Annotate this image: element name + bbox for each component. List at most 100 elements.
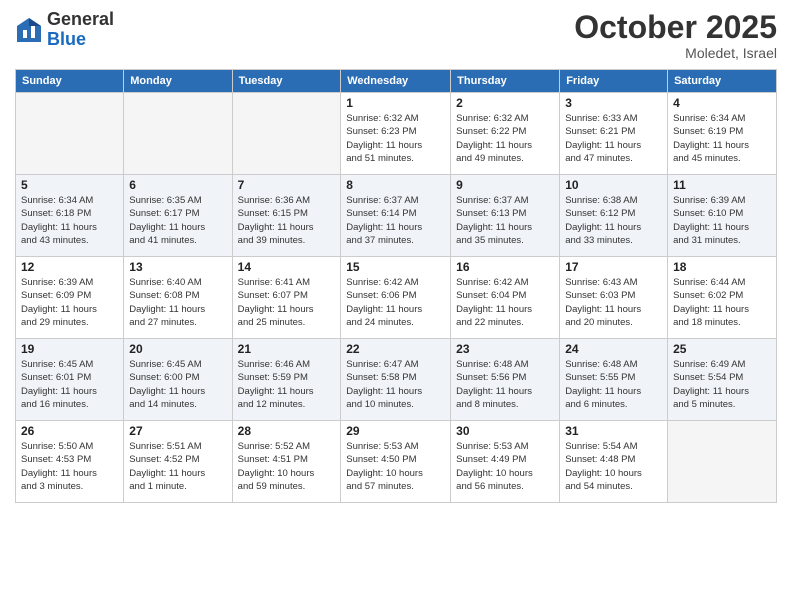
day-number: 9 xyxy=(456,178,554,192)
day-info: Sunrise: 5:50 AM Sunset: 4:53 PM Dayligh… xyxy=(21,440,118,493)
day-info: Sunrise: 6:35 AM Sunset: 6:17 PM Dayligh… xyxy=(129,194,226,247)
day-info: Sunrise: 6:36 AM Sunset: 6:15 PM Dayligh… xyxy=(238,194,336,247)
day-info: Sunrise: 6:32 AM Sunset: 6:22 PM Dayligh… xyxy=(456,112,554,165)
day-info: Sunrise: 5:53 AM Sunset: 4:50 PM Dayligh… xyxy=(346,440,445,493)
table-row xyxy=(232,93,341,175)
day-info: Sunrise: 6:44 AM Sunset: 6:02 PM Dayligh… xyxy=(673,276,771,329)
day-number: 16 xyxy=(456,260,554,274)
day-number: 18 xyxy=(673,260,771,274)
col-sunday: Sunday xyxy=(16,70,124,93)
table-row: 25 Sunrise: 6:49 AM Sunset: 5:54 PM Dayli… xyxy=(668,339,777,421)
day-number: 14 xyxy=(238,260,336,274)
col-wednesday: Wednesday xyxy=(341,70,451,93)
header: General Blue October 2025 Moledet, Israe… xyxy=(15,10,777,61)
day-number: 10 xyxy=(565,178,662,192)
day-info: Sunrise: 6:38 AM Sunset: 6:12 PM Dayligh… xyxy=(565,194,662,247)
table-row: 8Sunrise: 6:37 AM Sunset: 6:14 PM Daylig… xyxy=(341,175,451,257)
day-info: Sunrise: 5:54 AM Sunset: 4:48 PM Dayligh… xyxy=(565,440,662,493)
day-number: 3 xyxy=(565,96,662,110)
day-number: 29 xyxy=(346,424,445,438)
day-number: 1 xyxy=(346,96,445,110)
day-info: Sunrise: 6:34 AM Sunset: 6:19 PM Dayligh… xyxy=(673,112,771,165)
table-row: 9 Sunrise: 6:37 AM Sunset: 6:13 PM Daylig… xyxy=(451,175,560,257)
table-row: 23 Sunrise: 6:48 AM Sunset: 5:56 PM Dayli… xyxy=(451,339,560,421)
table-row: 19 Sunrise: 6:45 AM Sunset: 6:01 PM Dayli… xyxy=(16,339,124,421)
table-row: 10 Sunrise: 6:38 AM Sunset: 6:12 PM Dayli… xyxy=(560,175,668,257)
day-number: 15 xyxy=(346,260,445,274)
calendar-row-0: 1 Sunrise: 6:32 AM Sunset: 6:23 PM Daylig… xyxy=(16,93,777,175)
day-info: Sunrise: 6:33 AM Sunset: 6:21 PM Dayligh… xyxy=(565,112,662,165)
table-row: 5 Sunrise: 6:34 AM Sunset: 6:18 PM Daylig… xyxy=(16,175,124,257)
table-row: 15 Sunrise: 6:42 AM Sunset: 6:06 PM Dayli… xyxy=(341,257,451,339)
day-number: 31 xyxy=(565,424,662,438)
calendar-header-row: Sunday Monday Tuesday Wednesday Thursday… xyxy=(16,70,777,93)
day-info: Sunrise: 6:45 AM Sunset: 6:00 PM Dayligh… xyxy=(129,358,226,411)
day-number: 5 xyxy=(21,178,118,192)
day-number: 2 xyxy=(456,96,554,110)
table-row: 26Sunrise: 5:50 AM Sunset: 4:53 PM Dayli… xyxy=(16,421,124,503)
table-row: 22Sunrise: 6:47 AM Sunset: 5:58 PM Dayli… xyxy=(341,339,451,421)
col-monday: Monday xyxy=(124,70,232,93)
table-row xyxy=(124,93,232,175)
day-number: 21 xyxy=(238,342,336,356)
day-number: 6 xyxy=(129,178,226,192)
table-row xyxy=(16,93,124,175)
day-number: 30 xyxy=(456,424,554,438)
table-row: 24Sunrise: 6:48 AM Sunset: 5:55 PM Dayli… xyxy=(560,339,668,421)
day-number: 19 xyxy=(21,342,118,356)
day-number: 17 xyxy=(565,260,662,274)
table-row: 17 Sunrise: 6:43 AM Sunset: 6:03 PM Dayli… xyxy=(560,257,668,339)
page: General Blue October 2025 Moledet, Israe… xyxy=(0,0,792,612)
day-number: 23 xyxy=(456,342,554,356)
calendar-row-2: 12Sunrise: 6:39 AM Sunset: 6:09 PM Dayli… xyxy=(16,257,777,339)
day-info: Sunrise: 6:43 AM Sunset: 6:03 PM Dayligh… xyxy=(565,276,662,329)
day-number: 22 xyxy=(346,342,445,356)
table-row: 12Sunrise: 6:39 AM Sunset: 6:09 PM Dayli… xyxy=(16,257,124,339)
day-number: 27 xyxy=(129,424,226,438)
col-tuesday: Tuesday xyxy=(232,70,341,93)
day-number: 20 xyxy=(129,342,226,356)
calendar-row-1: 5 Sunrise: 6:34 AM Sunset: 6:18 PM Daylig… xyxy=(16,175,777,257)
table-row: 16Sunrise: 6:42 AM Sunset: 6:04 PM Dayli… xyxy=(451,257,560,339)
day-info: Sunrise: 6:37 AM Sunset: 6:13 PM Dayligh… xyxy=(456,194,554,247)
table-row: 14 Sunrise: 6:41 AM Sunset: 6:07 PM Dayli… xyxy=(232,257,341,339)
logo: General Blue xyxy=(15,10,114,50)
logo-text: General Blue xyxy=(47,10,114,50)
table-row: 18 Sunrise: 6:44 AM Sunset: 6:02 PM Dayli… xyxy=(668,257,777,339)
day-info: Sunrise: 6:40 AM Sunset: 6:08 PM Dayligh… xyxy=(129,276,226,329)
table-row: 30Sunrise: 5:53 AM Sunset: 4:49 PM Dayli… xyxy=(451,421,560,503)
day-number: 7 xyxy=(238,178,336,192)
day-number: 12 xyxy=(21,260,118,274)
day-info: Sunrise: 6:48 AM Sunset: 5:55 PM Dayligh… xyxy=(565,358,662,411)
table-row: 4 Sunrise: 6:34 AM Sunset: 6:19 PM Daylig… xyxy=(668,93,777,175)
table-row: 27 Sunrise: 5:51 AM Sunset: 4:52 PM Dayli… xyxy=(124,421,232,503)
day-info: Sunrise: 6:41 AM Sunset: 6:07 PM Dayligh… xyxy=(238,276,336,329)
day-number: 25 xyxy=(673,342,771,356)
day-info: Sunrise: 6:45 AM Sunset: 6:01 PM Dayligh… xyxy=(21,358,118,411)
title-block: October 2025 Moledet, Israel xyxy=(574,10,777,61)
table-row: 13 Sunrise: 6:40 AM Sunset: 6:08 PM Dayli… xyxy=(124,257,232,339)
table-row: 29 Sunrise: 5:53 AM Sunset: 4:50 PM Dayli… xyxy=(341,421,451,503)
table-row: 21 Sunrise: 6:46 AM Sunset: 5:59 PM Dayli… xyxy=(232,339,341,421)
day-info: Sunrise: 5:52 AM Sunset: 4:51 PM Dayligh… xyxy=(238,440,336,493)
day-number: 13 xyxy=(129,260,226,274)
calendar-row-4: 26Sunrise: 5:50 AM Sunset: 4:53 PM Dayli… xyxy=(16,421,777,503)
day-info: Sunrise: 6:48 AM Sunset: 5:56 PM Dayligh… xyxy=(456,358,554,411)
day-info: Sunrise: 6:34 AM Sunset: 6:18 PM Dayligh… xyxy=(21,194,118,247)
day-info: Sunrise: 6:39 AM Sunset: 6:10 PM Dayligh… xyxy=(673,194,771,247)
location: Moledet, Israel xyxy=(574,45,777,61)
table-row: 20 Sunrise: 6:45 AM Sunset: 6:00 PM Dayli… xyxy=(124,339,232,421)
day-info: Sunrise: 6:49 AM Sunset: 5:54 PM Dayligh… xyxy=(673,358,771,411)
table-row: 7 Sunrise: 6:36 AM Sunset: 6:15 PM Daylig… xyxy=(232,175,341,257)
table-row: 2 Sunrise: 6:32 AM Sunset: 6:22 PM Daylig… xyxy=(451,93,560,175)
col-thursday: Thursday xyxy=(451,70,560,93)
day-info: Sunrise: 6:46 AM Sunset: 5:59 PM Dayligh… xyxy=(238,358,336,411)
day-info: Sunrise: 6:32 AM Sunset: 6:23 PM Dayligh… xyxy=(346,112,445,165)
day-info: Sunrise: 5:51 AM Sunset: 4:52 PM Dayligh… xyxy=(129,440,226,493)
day-number: 4 xyxy=(673,96,771,110)
table-row: 28 Sunrise: 5:52 AM Sunset: 4:51 PM Dayli… xyxy=(232,421,341,503)
col-saturday: Saturday xyxy=(668,70,777,93)
table-row: 31 Sunrise: 5:54 AM Sunset: 4:48 PM Dayli… xyxy=(560,421,668,503)
day-info: Sunrise: 6:42 AM Sunset: 6:06 PM Dayligh… xyxy=(346,276,445,329)
day-number: 28 xyxy=(238,424,336,438)
